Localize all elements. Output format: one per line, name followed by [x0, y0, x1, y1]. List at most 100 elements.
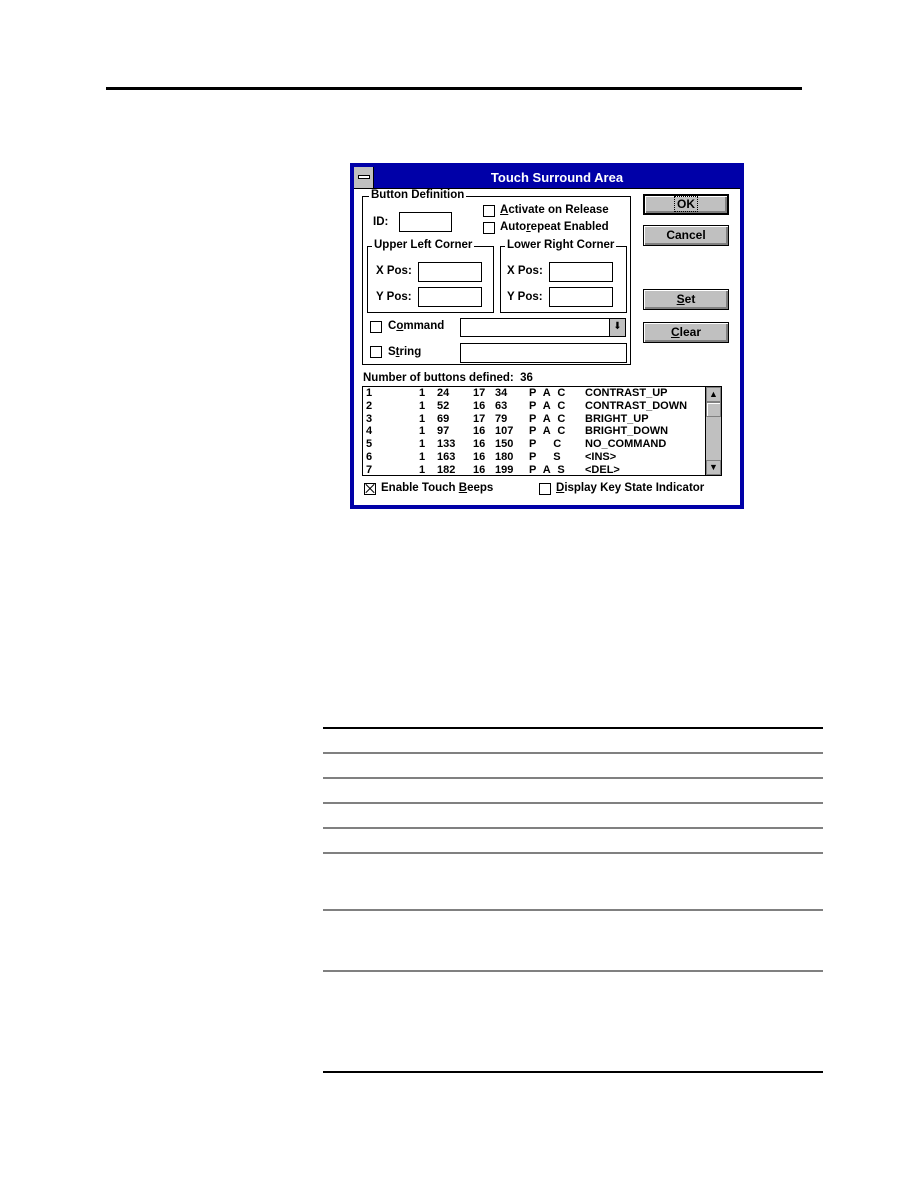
list-item[interactable]: 2 1 52 16 63 P A C CONTRAST_DOWN	[363, 400, 721, 413]
table-row-rule	[323, 852, 823, 854]
page-header-rule	[106, 87, 802, 90]
list-cell: 97	[437, 425, 450, 438]
scroll-down-icon[interactable]: ▼	[706, 460, 721, 475]
defined-buttons-list[interactable]: 1 1 24 17 34 P A C CONTRAST_UP 2 1 52 16 63 P A C CON…	[362, 386, 722, 476]
list-cell: <INS>	[585, 450, 617, 463]
upper-left-corner-label: Upper Left Corner	[372, 239, 475, 251]
autorepeat-enabled-label: Autorepeat Enabled	[500, 221, 609, 233]
list-cell: 17	[473, 387, 486, 399]
lower-right-corner-label: Lower Right Corner	[505, 239, 617, 251]
touch-surround-area-dialog: Touch Surround Area Button Definition ID…	[350, 163, 744, 509]
command-label: Command	[388, 320, 445, 332]
list-item[interactable]: 6 1 163 16 180 P S <INS>	[363, 451, 721, 464]
command-checkbox[interactable]	[370, 321, 382, 333]
list-cell: 163	[437, 450, 456, 463]
string-label: String	[388, 346, 422, 358]
list-cell: 1	[419, 387, 426, 399]
lower-right-y-input[interactable]	[549, 287, 613, 307]
system-menu-icon	[358, 175, 370, 179]
list-cell: CONTRAST_DOWN	[585, 399, 688, 412]
display-key-state-label: Display Key State Indicator	[556, 482, 705, 494]
autorepeat-enabled-checkbox[interactable]	[483, 222, 495, 234]
upper-left-x-label: X Pos:	[376, 265, 412, 277]
activate-on-release-checkbox[interactable]	[483, 205, 495, 217]
list-item[interactable]: 3 1 69 17 79 P A C BRIGHT_UP	[363, 413, 721, 426]
id-label: ID:	[373, 216, 389, 228]
list-cell: 24	[437, 387, 450, 399]
system-menu-button[interactable]	[354, 167, 374, 188]
lower-right-x-input[interactable]	[549, 262, 613, 282]
list-cell: 1	[419, 463, 426, 476]
list-cell: 133	[437, 438, 456, 451]
set-button[interactable]: Set	[643, 289, 729, 310]
list-cell: 52	[437, 399, 450, 412]
list-cell: 199	[495, 463, 514, 476]
list-cell: 2	[366, 399, 373, 412]
ok-button[interactable]: OK	[643, 194, 729, 215]
table-row-rule	[323, 827, 823, 829]
button-definition-label: Button Definition	[369, 189, 467, 201]
string-input[interactable]	[460, 343, 627, 363]
command-dropdown[interactable]: ⬇	[460, 318, 626, 337]
activate-on-release-label: Activate on Release	[500, 204, 609, 216]
list-cell: 180	[495, 450, 514, 463]
cancel-button[interactable]: Cancel	[643, 225, 729, 246]
display-key-state-checkbox[interactable]	[539, 483, 551, 495]
list-cell: 7	[366, 463, 373, 476]
upper-left-corner-group: Upper Left Corner X Pos: Y Pos:	[367, 239, 494, 313]
list-cell: P S	[529, 450, 563, 463]
list-scrollbar[interactable]: ▲ ▼	[705, 387, 721, 475]
upper-left-y-label: Y Pos:	[376, 291, 412, 303]
lower-right-y-label: Y Pos:	[507, 291, 543, 303]
table-top-rule	[323, 727, 823, 729]
list-cell: 182	[437, 463, 456, 476]
list-cell: 69	[437, 412, 450, 425]
list-cell: P C	[529, 438, 564, 451]
list-cell: CONTRAST_UP	[585, 387, 668, 399]
list-cell: 34	[495, 387, 508, 399]
list-cell: P A C	[529, 425, 568, 438]
list-cell: 16	[473, 399, 486, 412]
scroll-thumb[interactable]	[706, 402, 721, 417]
list-cell: P A C	[529, 387, 568, 399]
list-cell: 107	[495, 425, 514, 438]
enable-touch-beeps-checkbox[interactable]	[364, 483, 376, 495]
id-input[interactable]	[399, 212, 452, 232]
button-definition-group: Button Definition ID: Activate on Releas…	[362, 189, 631, 365]
list-cell: 16	[473, 438, 486, 451]
title-bar: Touch Surround Area	[354, 167, 740, 189]
scroll-up-icon[interactable]: ▲	[706, 387, 721, 402]
table-bottom-rule	[323, 1071, 823, 1073]
upper-left-y-input[interactable]	[418, 287, 482, 307]
list-cell: 63	[495, 399, 508, 412]
clear-button[interactable]: Clear	[643, 322, 729, 343]
string-checkbox[interactable]	[370, 346, 382, 358]
dialog-title: Touch Surround Area	[490, 170, 624, 185]
upper-left-x-input[interactable]	[418, 262, 482, 282]
buttons-defined-count: 36	[520, 372, 533, 384]
list-cell: NO_COMMAND	[585, 438, 667, 451]
list-item[interactable]: 5 1 133 16 150 P C NO_COMMAND	[363, 438, 721, 451]
table-row-rule	[323, 752, 823, 754]
list-cell: 17	[473, 412, 486, 425]
table-row-rule	[323, 909, 823, 911]
list-item[interactable]: 4 1 97 16 107 P A C BRIGHT_DOWN	[363, 425, 721, 438]
table-row-rule	[323, 970, 823, 972]
list-cell: 5	[366, 438, 373, 451]
list-cell: 1	[366, 387, 373, 399]
lower-right-corner-group: Lower Right Corner X Pos: Y Pos:	[500, 239, 627, 313]
list-cell: P A S	[529, 463, 567, 476]
list-cell: 16	[473, 425, 486, 438]
dropdown-arrow-icon[interactable]: ⬇	[609, 319, 625, 336]
list-cell: BRIGHT_UP	[585, 412, 649, 425]
list-cell: 4	[366, 425, 373, 438]
list-cell: 150	[495, 438, 514, 451]
list-cell: <DEL>	[585, 463, 620, 476]
list-cell: 16	[473, 450, 486, 463]
list-item[interactable]: 1 1 24 17 34 P A C CONTRAST_UP	[363, 387, 721, 400]
list-item[interactable]: 7 1 182 16 199 P A S <DEL>	[363, 463, 721, 476]
list-cell: 1	[419, 412, 426, 425]
list-cell: 1	[419, 438, 426, 451]
list-cell: 1	[419, 450, 426, 463]
table-row-rule	[323, 802, 823, 804]
